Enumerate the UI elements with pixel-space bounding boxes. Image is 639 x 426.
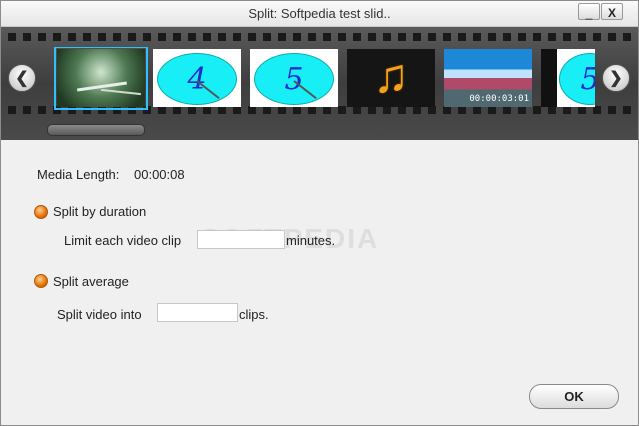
split-dialog: Split: Softpedia test slid.. _ X ❮ 4 5 ♫…: [0, 0, 639, 426]
split-average-radio[interactable]: [34, 274, 48, 288]
film-sprockets-top: [1, 33, 638, 41]
duration-minutes-input[interactable]: [197, 230, 285, 249]
clock-face-icon: 5: [254, 53, 334, 105]
clock-face-icon: 5: [559, 53, 595, 105]
clip-count-input[interactable]: [157, 303, 238, 322]
window-title: Split: Softpedia test slid..: [248, 6, 391, 21]
limit-clip-label: Limit each video clip: [64, 233, 182, 248]
video-timecode: 00:00:03:01: [469, 94, 529, 104]
minutes-label: minutes.: [286, 233, 336, 248]
close-button[interactable]: X: [601, 3, 623, 20]
clips-label: clips.: [239, 307, 269, 322]
thumbnail-clock-5[interactable]: 5: [250, 49, 338, 107]
thumbnail-forest-image[interactable]: [54, 47, 148, 110]
title-bar: Split: Softpedia test slid.. _ X: [1, 1, 638, 27]
clock-digit: 5: [560, 62, 595, 97]
previous-arrow-icon[interactable]: ❮: [8, 64, 36, 92]
filmstrip-scrollbar[interactable]: [47, 124, 145, 136]
thumbnail-video[interactable]: 00:00:03:01: [444, 49, 532, 107]
thumbnail-clock-4[interactable]: 4: [153, 49, 241, 107]
split-average-label[interactable]: Split average: [53, 274, 129, 289]
media-length-value: 00:00:08: [134, 167, 185, 182]
media-length-label: Media Length:: [37, 167, 120, 182]
next-arrow-icon[interactable]: ❯: [602, 64, 630, 92]
thumbnail-audio[interactable]: ♫: [347, 49, 435, 107]
clock-face-icon: 4: [157, 53, 237, 105]
thumbnail-strip: 4 5 ♫ 00:00:03:01 5: [53, 47, 595, 111]
split-into-label: Split video into: [57, 307, 142, 322]
split-by-duration-label[interactable]: Split by duration: [53, 204, 146, 219]
minimize-button[interactable]: _: [578, 3, 600, 20]
music-note-icon: ♫: [373, 50, 409, 103]
filmstrip: ❮ 4 5 ♫ 00:00:03:01 ❯: [1, 27, 638, 140]
ok-button[interactable]: OK: [529, 384, 619, 409]
thumbnail-clock-5-partial[interactable]: 5: [541, 49, 595, 107]
split-by-duration-radio[interactable]: [34, 205, 48, 219]
